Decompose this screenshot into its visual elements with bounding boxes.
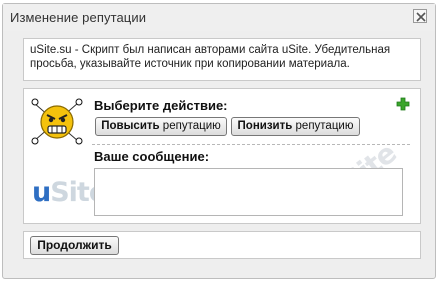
choose-action-label: Выберите действие: [94, 98, 228, 113]
divider [92, 144, 410, 145]
lower-button-rest: репутацию [292, 120, 354, 132]
logo-u: u [32, 177, 51, 208]
angry-smiley-icon [31, 98, 83, 145]
continue-button[interactable]: Продолжить [30, 236, 119, 255]
notice-line-1: uSite.su - Скрипт был написан авторами с… [30, 44, 391, 56]
close-icon [416, 12, 426, 22]
copyright-notice: uSite.su - Скрипт был написан авторами с… [23, 38, 421, 81]
close-button[interactable] [413, 9, 427, 23]
reputation-form-panel: Выберите действие: Повысить репутацию По… [23, 88, 421, 224]
lower-button-bold: Понизить [237, 120, 293, 132]
lower-reputation-button[interactable]: Понизить репутацию [231, 117, 360, 136]
plus-icon[interactable] [396, 97, 410, 111]
notice-line-2: просьба, указывайте источник при копиров… [30, 58, 350, 70]
titlebar: Изменение репутации [3, 4, 435, 31]
raise-reputation-button[interactable]: Повысить репутацию [95, 117, 227, 136]
message-input[interactable] [94, 168, 403, 216]
reputation-dialog: Изменение репутации uSite.su - Скрипт бы… [2, 3, 436, 279]
dialog-title: Изменение репутации [10, 10, 147, 25]
raise-button-rest: репутацию [159, 120, 221, 132]
message-label: Ваше сообщение: [94, 149, 210, 164]
raise-button-bold: Повысить [101, 120, 160, 132]
footer-panel: Продолжить [23, 231, 421, 259]
